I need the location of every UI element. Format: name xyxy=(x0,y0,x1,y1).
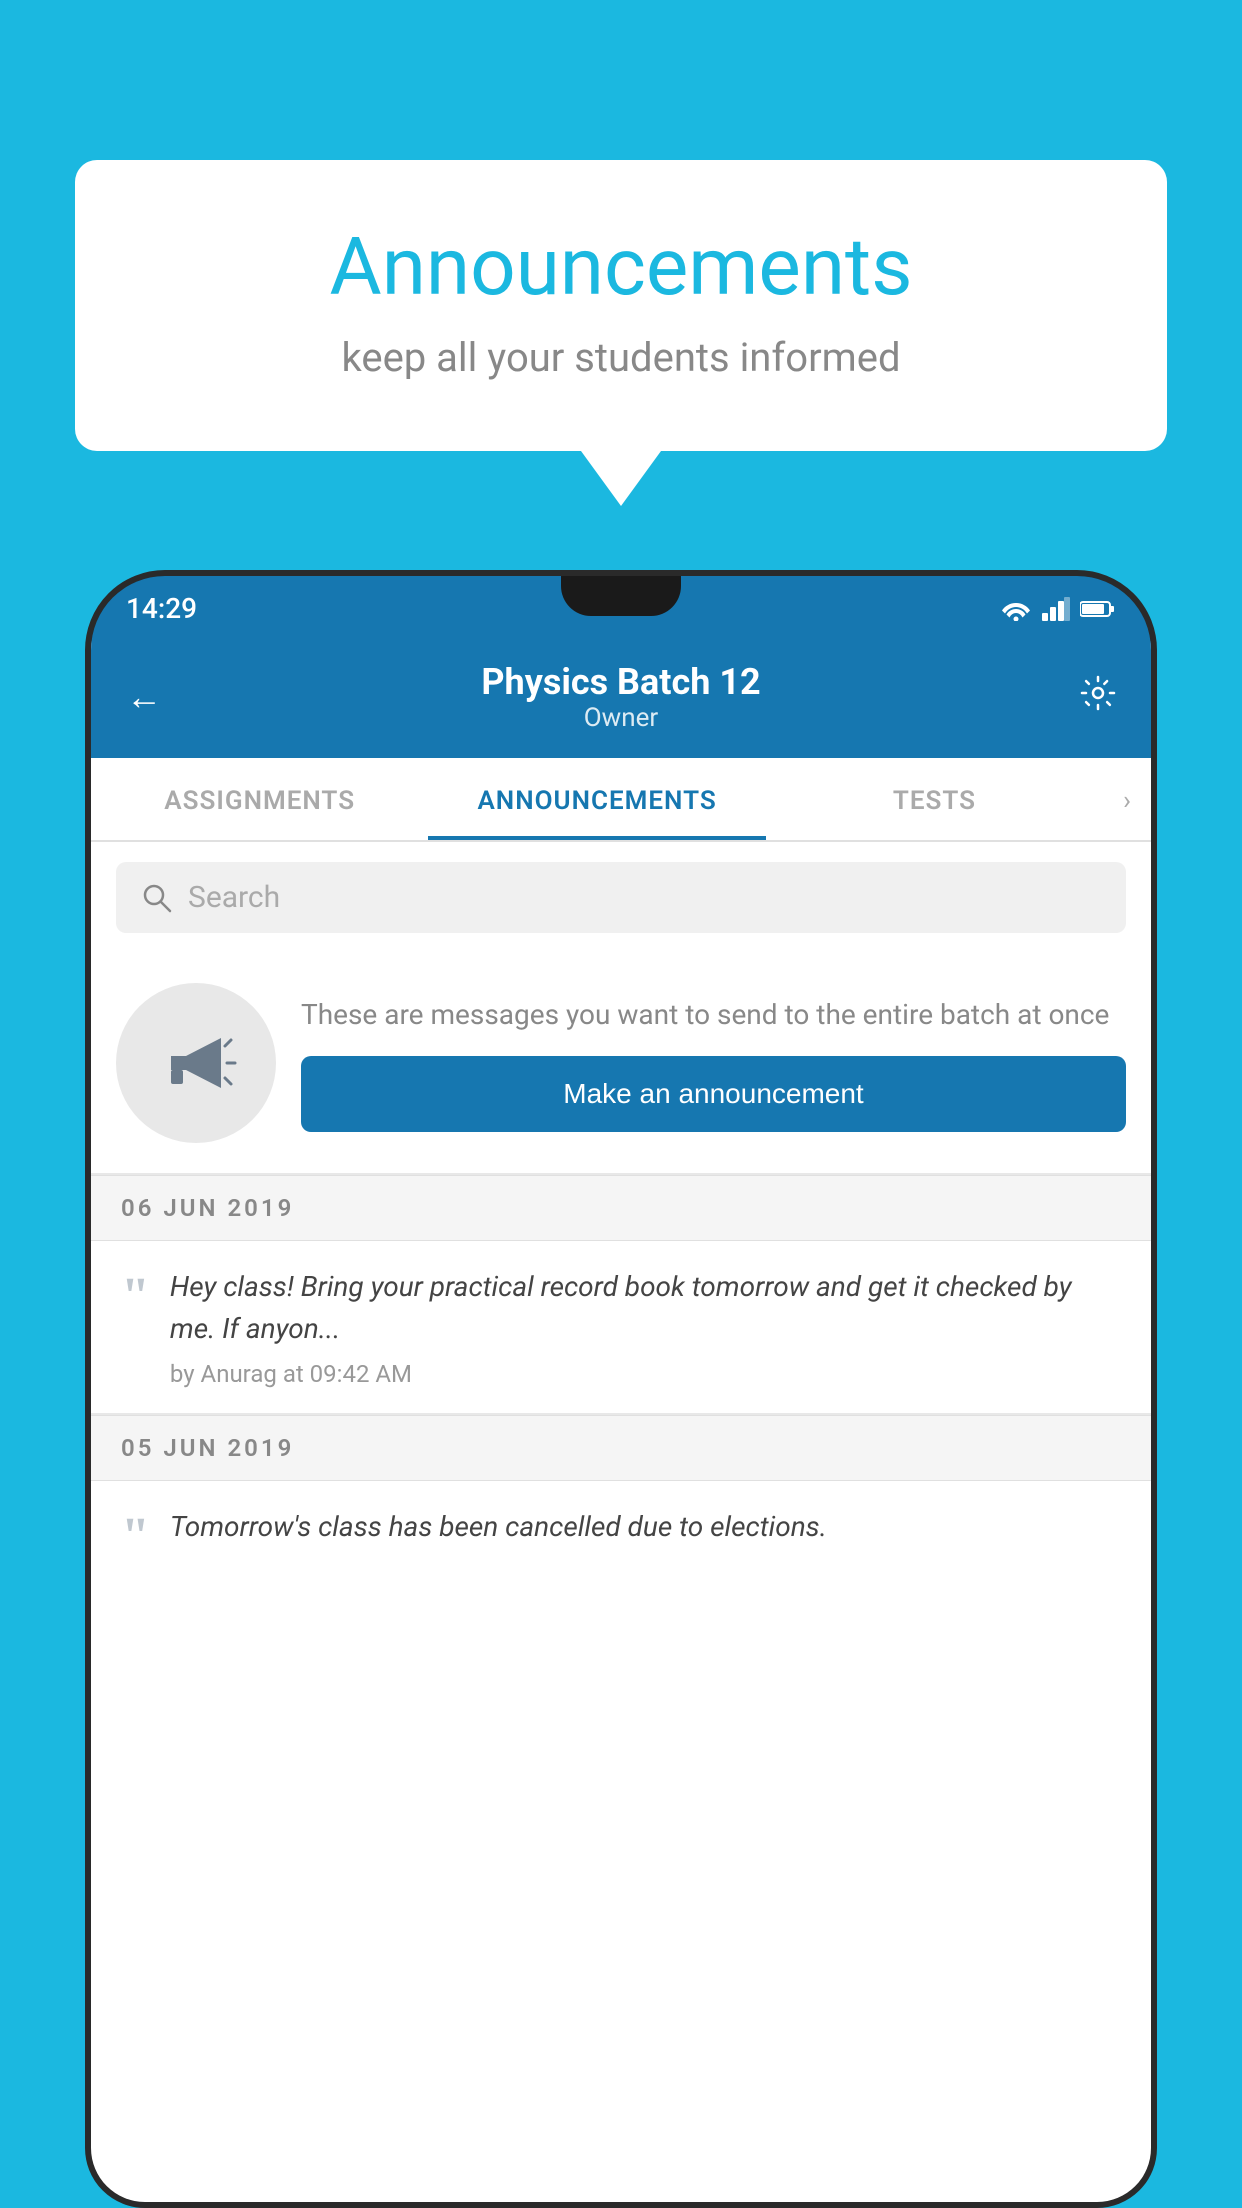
date-section-1: 06 JUN 2019 xyxy=(91,1175,1151,1241)
announcement-text-2: Tomorrow's class has been cancelled due … xyxy=(170,1506,1121,1548)
search-placeholder-text: Search xyxy=(188,880,280,915)
announcement-item-2[interactable]: " Tomorrow's class has been cancelled du… xyxy=(91,1481,1151,1588)
tab-more[interactable]: › xyxy=(1103,758,1151,840)
date-label-1: 06 JUN 2019 xyxy=(121,1194,294,1222)
date-section-2: 05 JUN 2019 xyxy=(91,1415,1151,1481)
speech-bubble-card: Announcements keep all your students inf… xyxy=(75,160,1167,451)
promo-description: These are messages you want to send to t… xyxy=(301,994,1126,1036)
bubble-title: Announcements xyxy=(155,220,1087,314)
phone-notch xyxy=(561,576,681,616)
header-subtitle: Owner xyxy=(481,703,760,733)
app-header: ← Physics Batch 12 Owner xyxy=(91,641,1151,758)
promo-section: These are messages you want to send to t… xyxy=(91,953,1151,1175)
phone-frame: 14:29 xyxy=(85,570,1157,2208)
bubble-subtitle: keep all your students informed xyxy=(155,334,1087,381)
status-bar: 14:29 xyxy=(91,576,1151,641)
quote-icon-1: " xyxy=(121,1271,150,1323)
date-label-2: 05 JUN 2019 xyxy=(121,1434,294,1462)
tab-announcements[interactable]: ANNOUNCEMENTS xyxy=(428,758,765,840)
search-icon xyxy=(141,882,173,914)
megaphone-icon xyxy=(151,1018,241,1108)
battery-icon xyxy=(1080,599,1116,619)
search-bar[interactable]: Search xyxy=(116,862,1126,933)
status-icons xyxy=(1000,597,1116,621)
announcement-author-1: by Anurag at 09:42 AM xyxy=(170,1360,1121,1388)
status-time: 14:29 xyxy=(126,592,197,625)
back-button[interactable]: ← xyxy=(126,676,162,718)
search-container: Search xyxy=(91,842,1151,953)
wifi-icon xyxy=(1000,597,1032,621)
quote-icon-2: " xyxy=(121,1511,150,1563)
bubble-arrow xyxy=(581,451,661,506)
promo-content: These are messages you want to send to t… xyxy=(301,994,1126,1132)
make-announcement-button[interactable]: Make an announcement xyxy=(301,1056,1126,1132)
header-center: Physics Batch 12 Owner xyxy=(481,661,760,733)
signal-icon xyxy=(1042,597,1070,621)
app-content: ← Physics Batch 12 Owner ASSIGNMENTS xyxy=(91,641,1151,2202)
speech-bubble-section: Announcements keep all your students inf… xyxy=(75,160,1167,506)
announcement-text-1: Hey class! Bring your practical record b… xyxy=(170,1266,1121,1350)
tab-tests[interactable]: TESTS xyxy=(766,758,1103,840)
announcement-content-1: Hey class! Bring your practical record b… xyxy=(170,1266,1121,1388)
announcement-content-2: Tomorrow's class has been cancelled due … xyxy=(170,1506,1121,1558)
phone-screen: ← Physics Batch 12 Owner ASSIGNMENTS xyxy=(91,641,1151,2202)
tabs-bar: ASSIGNMENTS ANNOUNCEMENTS TESTS › xyxy=(91,758,1151,842)
settings-button[interactable] xyxy=(1080,675,1116,720)
promo-icon-circle xyxy=(116,983,276,1143)
tab-assignments[interactable]: ASSIGNMENTS xyxy=(91,758,428,840)
announcement-item-1[interactable]: " Hey class! Bring your practical record… xyxy=(91,1241,1151,1415)
header-title: Physics Batch 12 xyxy=(481,661,760,703)
